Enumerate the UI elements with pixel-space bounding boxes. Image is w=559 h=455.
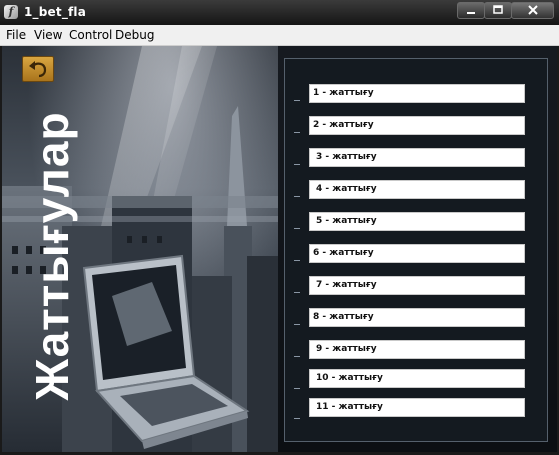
exercise-button-1[interactable]: 1 - жаттығу bbox=[309, 84, 525, 103]
exercise-button-11[interactable]: 11 - жаттығу bbox=[309, 398, 525, 417]
title-bar: f 1_bet_fla bbox=[0, 0, 559, 26]
exercise-button-3[interactable]: 3 - жаттығу bbox=[309, 148, 525, 167]
window-title: 1_bet_fla bbox=[24, 5, 87, 19]
list-marker bbox=[294, 324, 300, 325]
list-marker bbox=[294, 356, 300, 357]
close-icon bbox=[527, 5, 538, 15]
exercise-button-4[interactable]: 4 - жаттығу bbox=[309, 180, 525, 199]
exercise-button-7[interactable]: 7 - жаттығу bbox=[309, 276, 525, 295]
list-marker bbox=[294, 228, 300, 229]
list-marker bbox=[294, 164, 300, 165]
menu-debug[interactable]: Debug bbox=[115, 28, 154, 42]
maximize-icon bbox=[493, 5, 503, 14]
minimize-icon bbox=[467, 12, 475, 14]
vertical-heading: Жаттығулар bbox=[26, 106, 78, 406]
list-marker bbox=[294, 388, 300, 389]
list-marker bbox=[294, 260, 300, 261]
close-button[interactable] bbox=[511, 2, 554, 19]
exercise-button-5[interactable]: 5 - жаттығу bbox=[309, 212, 525, 231]
exercise-button-9[interactable]: 9 - жаттығу bbox=[309, 340, 525, 359]
list-marker bbox=[294, 292, 300, 293]
flash-stage: Жаттығулар 1 - жаттығу 2 - жаттығу 3 - ж… bbox=[2, 46, 557, 452]
flash-player-icon: f bbox=[4, 5, 18, 19]
list-marker bbox=[294, 418, 300, 419]
exercise-button-2[interactable]: 2 - жаттығу bbox=[309, 116, 525, 135]
list-marker bbox=[294, 132, 300, 133]
exercise-button-10[interactable]: 10 - жаттығу bbox=[309, 369, 525, 388]
exercise-button-8[interactable]: 8 - жаттығу bbox=[309, 308, 525, 327]
back-button[interactable] bbox=[22, 56, 54, 82]
menu-control[interactable]: Control bbox=[69, 28, 112, 42]
menu-file[interactable]: File bbox=[6, 28, 26, 42]
list-marker bbox=[294, 196, 300, 197]
undo-arrow-icon bbox=[29, 61, 47, 78]
vertical-heading-text: Жаттығулар bbox=[26, 111, 78, 401]
menu-bar: File View Control Debug bbox=[0, 25, 559, 46]
menu-view[interactable]: View bbox=[34, 28, 62, 42]
maximize-button[interactable] bbox=[484, 2, 512, 19]
list-marker bbox=[294, 100, 300, 101]
exercise-button-6[interactable]: 6 - жаттығу bbox=[309, 244, 525, 263]
minimize-button[interactable] bbox=[457, 2, 485, 19]
